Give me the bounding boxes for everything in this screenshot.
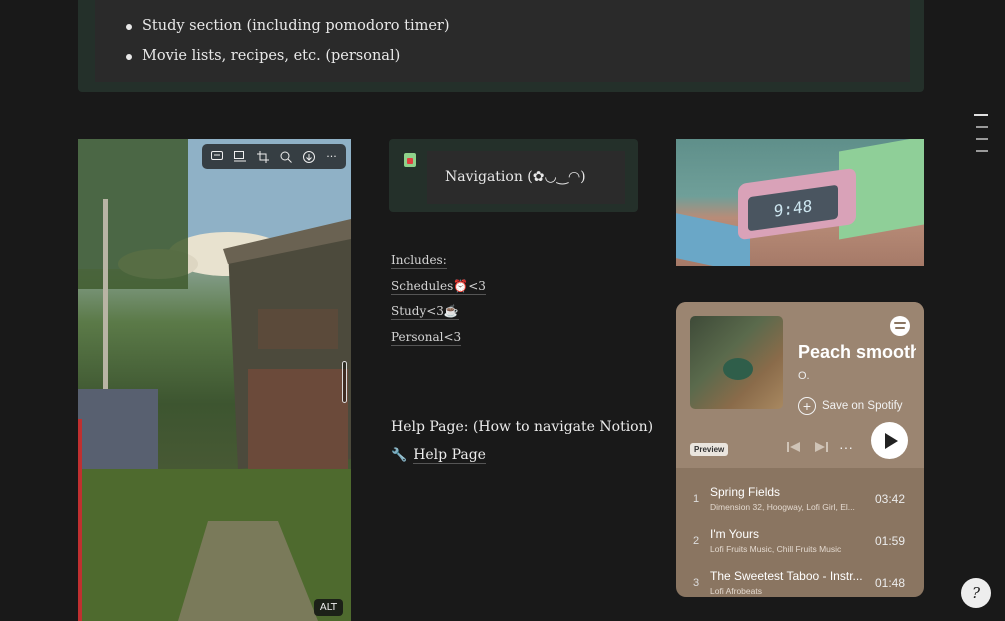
album-art[interactable] (690, 316, 783, 409)
playlist-title[interactable]: Peach smoothie (798, 342, 916, 363)
help-page-link-label: Help Page (413, 447, 486, 464)
track-artists: Lofi Afrobeats (710, 586, 762, 596)
spotify-embed: Peach smoothie O. + Save on Spotify Prev… (676, 302, 924, 597)
wrench-icon: 🔧 (391, 448, 408, 463)
includes-label: Includes: (391, 253, 447, 269)
track-number: 2 (693, 535, 700, 547)
toc-marker[interactable] (974, 114, 988, 116)
playlist-artist[interactable]: O. (798, 370, 810, 382)
resize-handle[interactable] (342, 361, 347, 403)
bullet-personal-lists: Movie lists, recipes, etc. (personal) (125, 48, 401, 64)
track-row[interactable]: 2 I'm Yours Lofi Fruits Music, Chill Fru… (676, 523, 924, 563)
toc-marker[interactable] (976, 138, 988, 140)
alarm-clock-image[interactable]: 9:48 (676, 139, 924, 266)
more-options-icon[interactable]: ··· (839, 439, 853, 455)
link-study[interactable]: Study<3☕ (391, 304, 459, 320)
toc-marker[interactable] (976, 126, 988, 128)
more-icon[interactable]: ··· (320, 146, 343, 167)
plus-circle-icon: + (798, 397, 816, 415)
street-scene-illustration (78, 139, 351, 621)
crop-icon[interactable] (251, 146, 274, 167)
spotify-logo-icon[interactable] (890, 316, 910, 336)
lofi-street-image[interactable]: ··· ALT (78, 139, 351, 621)
download-icon[interactable] (297, 146, 320, 167)
track-artists: Dimension 32, Hoogway, Lofi Girl, El... (710, 502, 855, 512)
track-name: Spring Fields (710, 485, 781, 499)
bullet-study-section: Study section (including pomodoro timer) (126, 18, 450, 34)
link-personal[interactable]: Personal<3 (391, 330, 462, 346)
track-artists: Lofi Fruits Music, Chill Fruits Music (710, 544, 842, 554)
save-on-spotify-button[interactable]: + Save on Spotify (798, 397, 903, 415)
link-schedules[interactable]: Schedules⏰<3 (391, 279, 486, 295)
play-button[interactable] (871, 422, 908, 459)
help-heading: Help Page: (How to navigate Notion) (391, 419, 654, 435)
help-page-link[interactable]: 🔧 Help Page (391, 447, 486, 464)
image-toolbar: ··· (202, 144, 346, 169)
skip-forward-icon[interactable] (814, 441, 828, 456)
track-name: The Sweetest Taboo - Instr... (710, 569, 863, 583)
track-duration: 01:48 (874, 576, 905, 590)
help-button[interactable]: ? (961, 578, 991, 608)
alt-text-badge[interactable]: ALT (313, 599, 343, 616)
juice-box-icon (404, 153, 416, 167)
save-label: Save on Spotify (822, 400, 903, 412)
track-number: 1 (693, 493, 700, 505)
top-callout-inner (95, 0, 910, 82)
zoom-icon[interactable] (274, 146, 297, 167)
comment-icon[interactable] (205, 146, 228, 167)
track-name: I'm Yours (710, 527, 759, 541)
skip-back-icon[interactable] (787, 441, 801, 456)
track-duration: 03:42 (874, 492, 905, 506)
track-row[interactable]: 1 Spring Fields Dimension 32, Hoogway, L… (676, 481, 924, 521)
preview-badge: Preview (690, 443, 729, 456)
track-number: 3 (693, 577, 700, 589)
toc-marker[interactable] (976, 150, 988, 152)
caption-icon[interactable] (228, 146, 251, 167)
track-row[interactable]: 3 The Sweetest Taboo - Instr... Lofi Afr… (676, 565, 924, 597)
track-duration: 01:59 (874, 534, 905, 548)
navigation-title: Navigation (✿◡‿◠) (445, 169, 586, 185)
